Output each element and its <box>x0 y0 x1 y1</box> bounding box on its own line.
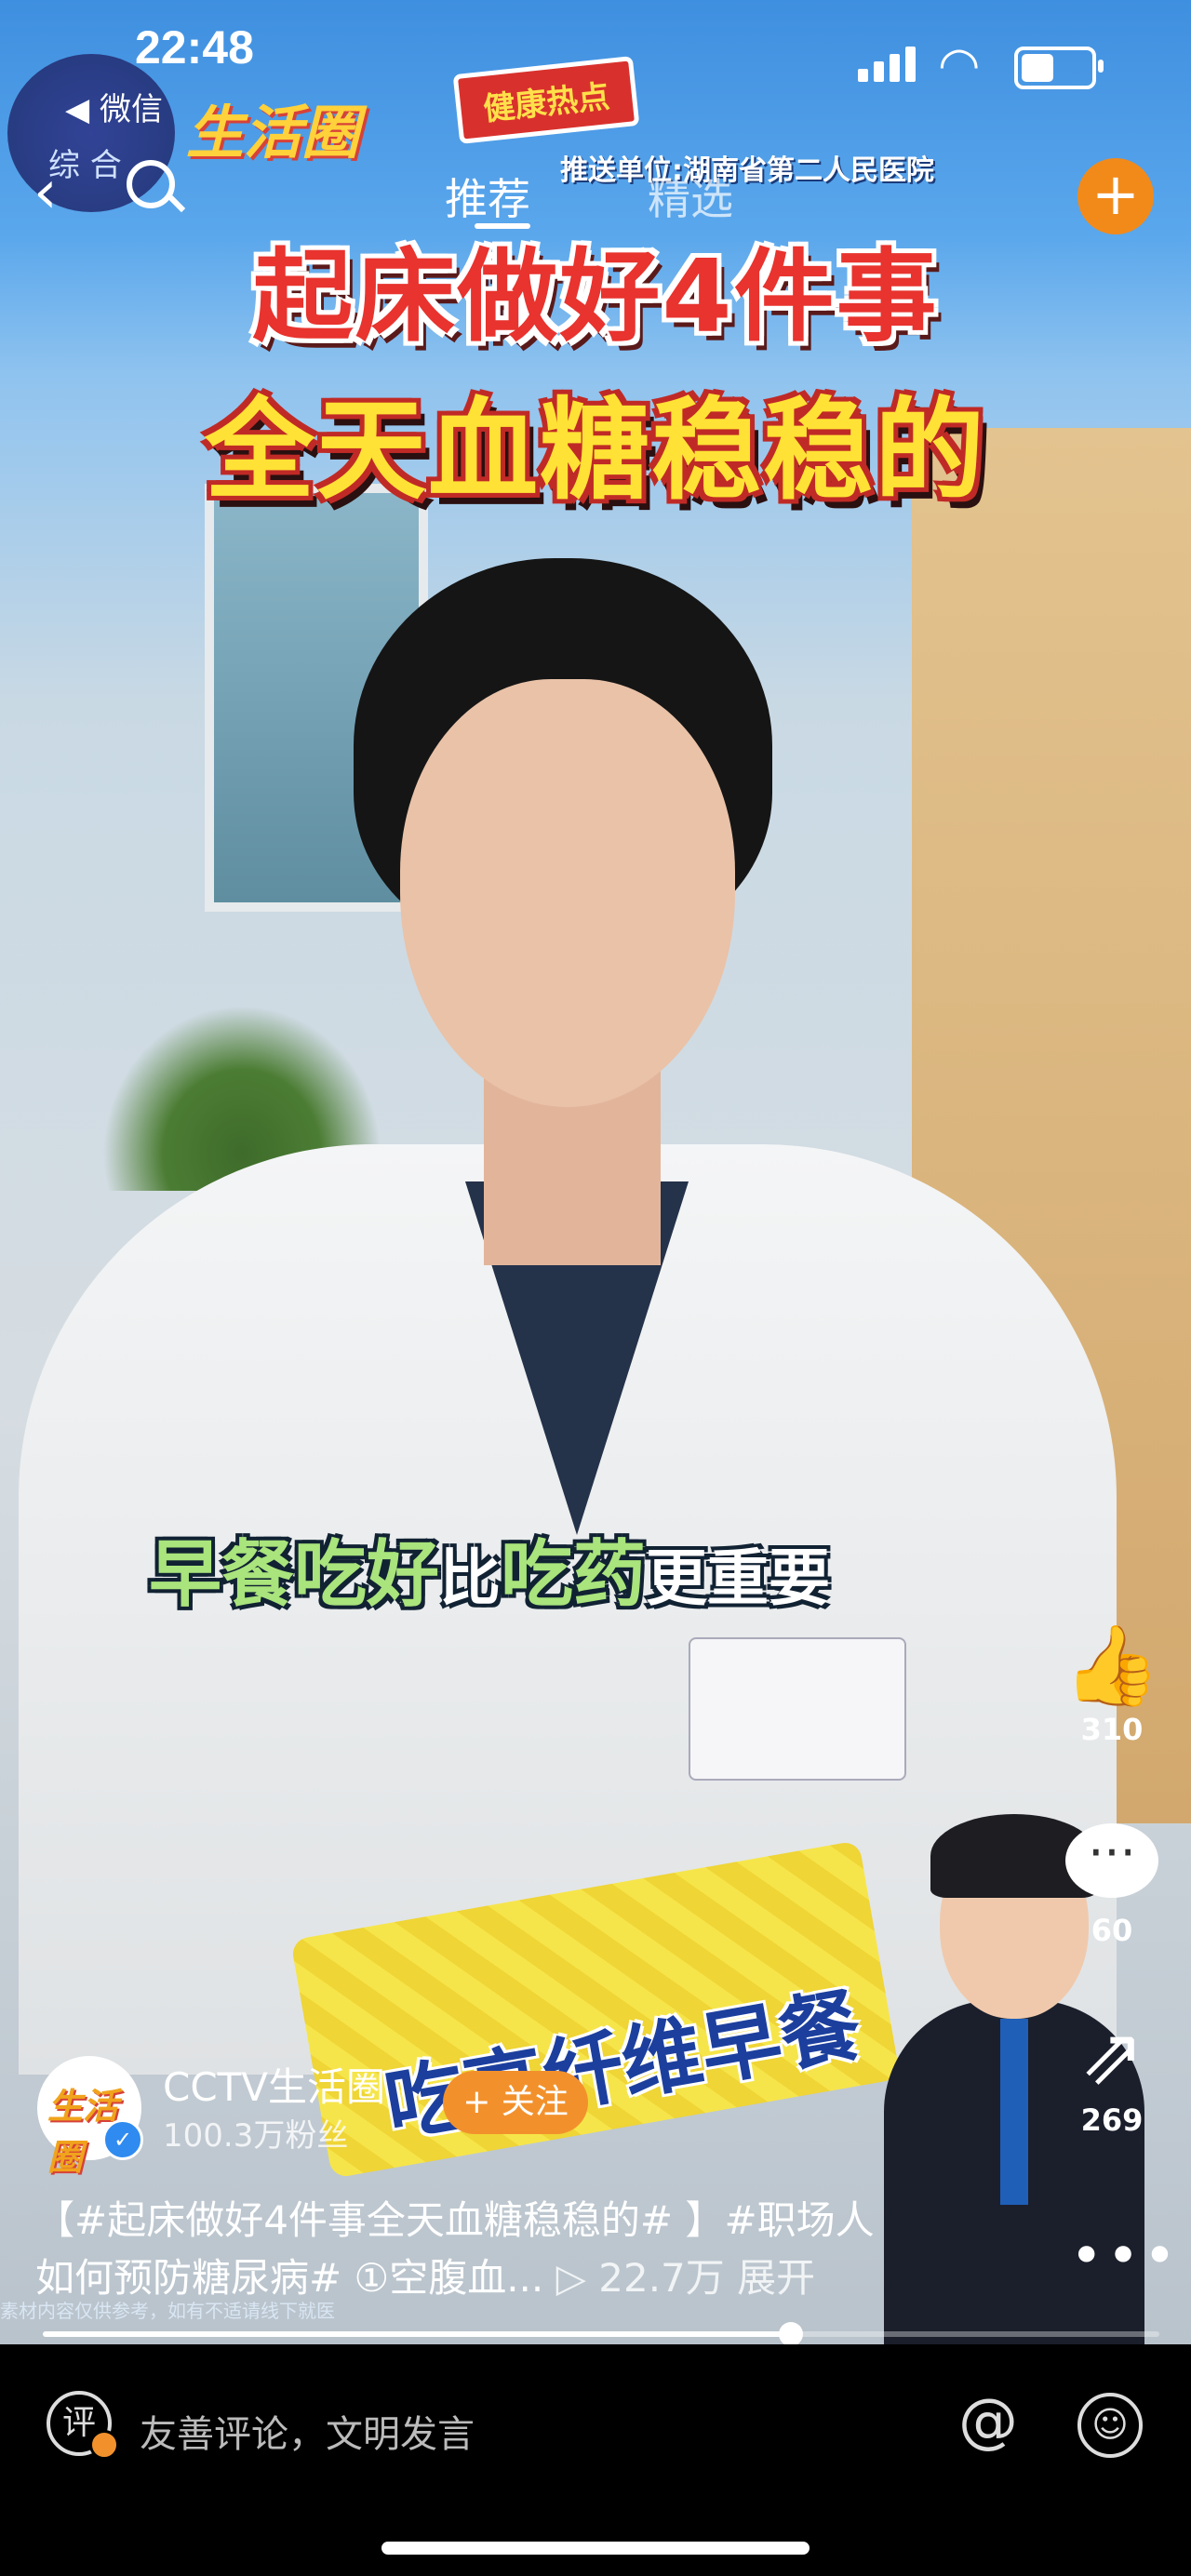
thumbs-up-icon: 👍 <box>1063 1620 1161 1711</box>
tab-recommended[interactable]: 推荐 <box>445 166 530 227</box>
share-icon: ⇗ <box>1078 2010 1145 2102</box>
battery-icon <box>1014 47 1104 89</box>
progress-knob[interactable] <box>779 2322 803 2346</box>
push-unit-text: 推送单位:湖南省第二人民医院 <box>560 154 934 187</box>
at-mention-icon[interactable]: @ <box>958 2387 1018 2456</box>
bottom-comment-bar: 评 友善评论，文明发言 @ ☺ <box>0 2344 1191 2576</box>
emoji-icon[interactable]: ☺ <box>1077 2393 1143 2458</box>
fans-count: 100.3万粉丝 <box>163 2117 349 2155</box>
active-tab-indicator <box>475 223 530 229</box>
video-caption[interactable]: 【#起床做好4件事全天血糖稳稳的# 】#职场人 如何预防糖尿病# ①空腹血...… <box>35 2192 966 2307</box>
caption-line1: 【#起床做好4件事全天血糖稳稳的# 】#职场人 <box>35 2197 875 2243</box>
disclaimer-text: 素材内容仅供参考，如有不适请线下就医 <box>0 2300 335 2322</box>
like-count: 310 <box>1080 1712 1144 1747</box>
cellular-signal-icon <box>858 47 921 82</box>
share-count: 269 <box>1080 2102 1144 2138</box>
video-progress-bar[interactable] <box>43 2322 1159 2346</box>
video-title-line1: 起床做好4件事 <box>252 239 939 355</box>
comment-button[interactable]: ··· 60 <box>1061 1823 1163 1948</box>
progress-fill <box>43 2331 791 2337</box>
wechat-back-label[interactable]: ◀ 微信 <box>65 84 163 129</box>
back-arrow-icon[interactable]: ‹ <box>33 158 58 227</box>
comment-count: 60 <box>1091 1913 1133 1948</box>
subtitle-part2: 比 <box>439 1542 502 1614</box>
video-title-line2: 全天血糖稳稳的 <box>204 386 986 514</box>
wechat-float-sub: 综 合 <box>48 147 122 184</box>
comment-bubble-icon: ··· <box>1065 1823 1158 1898</box>
status-time: 22:48 <box>135 21 254 73</box>
caption-line2: 如何预防糖尿病# ①空腹血... <box>35 2255 544 2301</box>
add-plus-button[interactable]: + <box>1077 158 1154 234</box>
comment-badge-dot <box>89 2430 119 2460</box>
author-name[interactable]: CCTV生活圈 <box>163 2056 385 2113</box>
doctor-id-card <box>689 1637 906 1781</box>
search-icon[interactable] <box>127 160 175 208</box>
home-indicator[interactable] <box>381 2542 810 2555</box>
doctor-face <box>400 679 735 1107</box>
video-player[interactable]: 起床做好4件事 全天血糖稳稳的 早餐吃好比吃药更重要 吃高纤维早餐 <box>0 0 1191 2344</box>
view-count: ▷ 22.7万 <box>555 2255 725 2301</box>
comment-input[interactable]: 友善评论，文明发言 <box>140 2404 475 2458</box>
wifi-icon: ◠ <box>938 37 981 93</box>
share-button[interactable]: ⇗ 269 <box>1061 2009 1163 2138</box>
subtitle-part3: 吃药 <box>501 1533 647 1617</box>
verified-badge-icon: ✓ <box>102 2119 143 2160</box>
expand-link[interactable]: 展开 <box>737 2255 815 2301</box>
subtitle-part1: 早餐吃好 <box>149 1533 440 1617</box>
follow-button[interactable]: + 关注 <box>443 2071 588 2134</box>
channel-logo: 生活圈 <box>186 99 360 167</box>
tab-featured[interactable]: 精选 <box>648 166 733 227</box>
more-options-icon[interactable]: ••• <box>1070 2223 1180 2289</box>
like-button[interactable]: 👍 310 <box>1061 1619 1163 1747</box>
video-subtitle: 早餐吃好比吃药更重要 <box>149 1516 830 1621</box>
subtitle-part4: 更重要 <box>646 1542 831 1614</box>
host-tie <box>1000 2019 1028 2205</box>
